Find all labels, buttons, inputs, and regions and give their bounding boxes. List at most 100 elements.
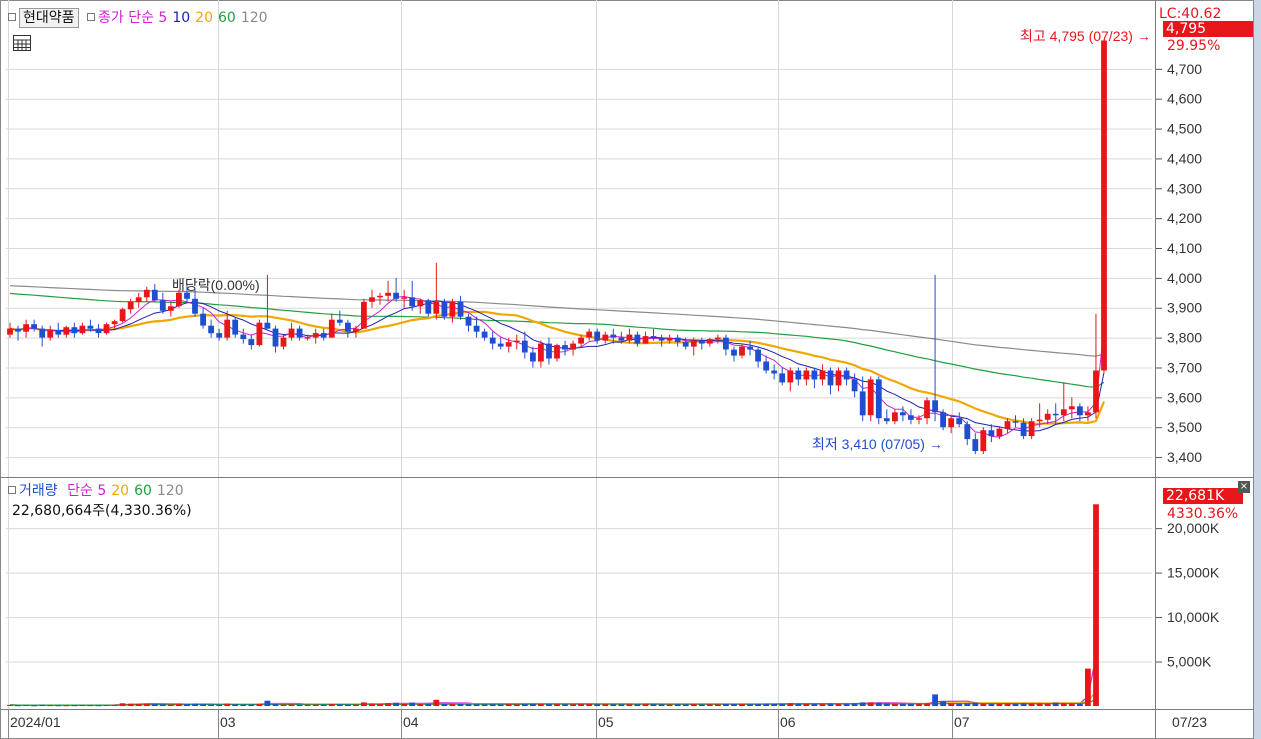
- candle-body: [618, 337, 625, 341]
- volume-bar: [1077, 703, 1083, 706]
- close-icon[interactable]: ×: [1238, 481, 1250, 493]
- candle-body: [71, 327, 78, 334]
- volume-bar: [642, 704, 649, 706]
- volume-bar: [111, 704, 118, 706]
- volume-bar: [47, 705, 54, 707]
- candle-body: [192, 298, 198, 314]
- volume-bar: [71, 705, 78, 707]
- volume-bar: [803, 703, 810, 706]
- candle-body: [345, 322, 351, 332]
- volume-ma-label: 단순: [67, 483, 93, 499]
- candle-body: [779, 373, 786, 383]
- volume-bar: [353, 704, 359, 706]
- volume-bar: [312, 704, 319, 706]
- volume-bar: [1093, 504, 1099, 706]
- stock-menu-box-icon[interactable]: [8, 13, 16, 21]
- indicator-box-icon[interactable]: [86, 13, 95, 21]
- volume-ma5-label: 5: [97, 483, 107, 499]
- volume-bar: [867, 702, 874, 706]
- volume-bar: [135, 703, 142, 706]
- volume-bar: [739, 704, 745, 706]
- volume-bar: [192, 703, 198, 706]
- candle-body: [7, 328, 13, 335]
- volume-bar: [256, 703, 263, 706]
- candle-body: [586, 331, 593, 338]
- volume-bar: [795, 703, 802, 706]
- candle-body: [111, 321, 118, 325]
- volume-bar: [369, 703, 375, 706]
- candle-body: [320, 333, 327, 338]
- candle-body: [964, 424, 971, 440]
- candle-body: [304, 337, 311, 339]
- candle-body: [369, 297, 375, 302]
- candle-body: [715, 337, 721, 340]
- volume-bar: [875, 702, 882, 706]
- volume-bar: [15, 705, 21, 707]
- volume-bar: [924, 703, 930, 706]
- candle-body: [666, 337, 673, 341]
- price-tick-label: 3,700: [1167, 359, 1202, 375]
- price-legend: 현대약품 종가 단순 5 10 20 60 120: [8, 8, 268, 28]
- ma10-label: 10: [172, 10, 191, 26]
- candle-body: [1060, 409, 1067, 416]
- volume-bar: [433, 699, 440, 706]
- candle-body: [505, 342, 512, 347]
- candle-body: [288, 328, 295, 338]
- stock-name-button[interactable]: 현대약품: [19, 8, 79, 28]
- candle-body: [55, 330, 62, 335]
- price-tick-label: 3,600: [1167, 389, 1202, 405]
- volume-bar: [248, 704, 255, 706]
- volume-bar: [31, 705, 37, 707]
- candle-body: [216, 333, 223, 338]
- candle-body: [1085, 412, 1091, 416]
- candle-body: [23, 324, 29, 332]
- volume-bar: [948, 703, 955, 706]
- volume-bar: [328, 704, 335, 706]
- volume-bar: [505, 704, 512, 706]
- volume-legend: 거래량 단순 5 20 60 120: [8, 482, 184, 500]
- volume-bar: [674, 704, 681, 706]
- candle-body: [31, 324, 37, 329]
- candle-body: [296, 328, 303, 338]
- ma120-label: 120: [240, 10, 268, 26]
- price-tick-label: 4,600: [1167, 91, 1202, 107]
- candle-body: [87, 325, 94, 329]
- price-tick-label: 3,900: [1167, 300, 1202, 316]
- candle-body: [184, 292, 190, 299]
- volume-bar: [272, 704, 279, 706]
- volume-bar: [1044, 703, 1051, 706]
- candle-body: [932, 400, 938, 413]
- candle-body: [803, 370, 810, 380]
- candle-body: [39, 328, 46, 338]
- volume-bar: [184, 704, 190, 706]
- volume-bar: [610, 704, 617, 706]
- volume-bar: [176, 703, 182, 706]
- candle-body: [658, 337, 665, 341]
- candle-body: [1077, 406, 1083, 416]
- candle-body: [143, 289, 150, 298]
- volume-bar: [900, 703, 906, 706]
- candle-body: [811, 370, 818, 380]
- candle-body: [570, 343, 576, 350]
- candle-body: [272, 328, 279, 347]
- volume-bar: [168, 704, 174, 706]
- volume-tick-label: 15,000K: [1167, 565, 1220, 581]
- volume-bar: [345, 704, 351, 706]
- date-tick-label: 05: [598, 714, 614, 730]
- candle-body: [650, 336, 657, 338]
- volume-menu-box-icon[interactable]: [8, 486, 16, 494]
- volume-bar: [232, 704, 239, 706]
- candle-body: [232, 319, 239, 335]
- candle-body: [530, 352, 536, 362]
- volume-bar: [731, 704, 737, 706]
- high-marker-text: 최고 4,795 (07/23) →: [1020, 28, 1151, 44]
- price-tick-label: 3,400: [1167, 449, 1202, 465]
- right-scroll-strip[interactable]: [1254, 0, 1261, 739]
- candle-body: [264, 322, 271, 329]
- price-tick-label: 4,100: [1167, 240, 1202, 256]
- volume-bar: [409, 702, 416, 706]
- candle-body: [119, 309, 126, 322]
- table-icon[interactable]: [12, 34, 32, 52]
- volume-bar: [7, 704, 13, 706]
- candle-body: [755, 349, 761, 362]
